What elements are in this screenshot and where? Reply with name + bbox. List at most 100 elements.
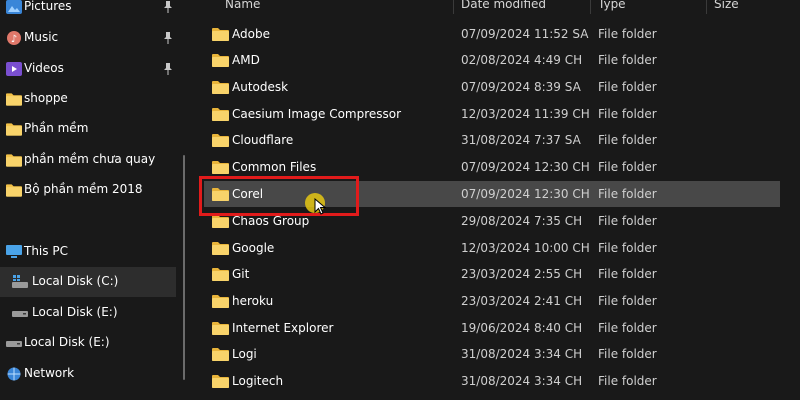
file-type: File folder	[598, 27, 657, 41]
sidebar-item-pictures[interactable]: Pictures	[0, 0, 176, 22]
file-date: 07/09/2024 12:30 CH	[461, 160, 590, 174]
file-name: Logitech	[232, 374, 284, 388]
music-icon: ♪	[7, 31, 21, 45]
file-name: Autodesk	[232, 80, 289, 94]
file-row[interactable]: Logitech 31/08/2024 3:34 CH File folder	[204, 368, 780, 394]
drive-icon	[12, 311, 28, 317]
pin-icon[interactable]	[162, 0, 174, 14]
sidebar-item-local-disk-e[interactable]: Local Disk (E:)	[0, 298, 176, 328]
sidebar-item-label: Local Disk (C:)	[32, 274, 119, 288]
file-date: 23/03/2024 2:55 CH	[461, 267, 583, 281]
file-row[interactable]: heroku 23/03/2024 2:41 CH File folder	[204, 288, 780, 314]
column-header-type[interactable]: Type	[598, 0, 626, 11]
sidebar-item-music[interactable]: ♪ Music	[0, 23, 176, 53]
file-name: Google	[232, 241, 275, 255]
pin-icon[interactable]	[162, 31, 174, 45]
file-date: 07/09/2024 8:39 SA	[461, 80, 581, 94]
sidebar-item-label: Pictures	[24, 0, 72, 13]
sidebar-item-bo-phan-mem-2018[interactable]: Bộ phần mềm 2018	[0, 175, 176, 205]
file-name: AMD	[232, 53, 260, 67]
drive-icon	[6, 341, 22, 347]
sidebar-item-label: Network	[24, 366, 75, 380]
file-date: 31/08/2024 3:34 CH	[461, 374, 583, 388]
file-date: 02/08/2024 4:49 CH	[461, 53, 583, 67]
videos-icon	[6, 62, 22, 76]
file-name: Internet Explorer	[232, 321, 334, 335]
file-type: File folder	[598, 80, 657, 94]
file-name: Adobe	[232, 27, 270, 41]
file-row[interactable]: Cloudflare 31/08/2024 7:37 SA File folde…	[204, 127, 780, 153]
folder-icon	[212, 242, 229, 255]
file-row[interactable]: Caesium Image Compressor 12/03/2024 11:3…	[204, 101, 780, 127]
sidebar-item-label: Videos	[24, 61, 64, 75]
sidebar-item-label: Bộ phần mềm 2018	[24, 182, 143, 196]
folder-icon	[212, 81, 229, 94]
file-name: Caesium Image Compressor	[232, 107, 402, 121]
file-name: Logi	[232, 347, 257, 361]
sidebar-item-local-disk-e-2[interactable]: Local Disk (E:)	[0, 328, 176, 358]
pc-icon	[6, 245, 22, 258]
sidebar-item-shoppe[interactable]: shoppe	[0, 84, 176, 114]
file-type: File folder	[598, 214, 657, 228]
folder-icon	[212, 134, 229, 147]
file-type: File folder	[598, 187, 657, 201]
folder-icon	[212, 375, 229, 388]
file-date: 23/03/2024 2:41 CH	[461, 294, 583, 308]
sidebar-item-label: This PC	[24, 244, 68, 258]
file-row[interactable]: Google 12/03/2024 10:00 CH File folder	[204, 235, 780, 261]
file-type: File folder	[598, 347, 657, 361]
sidebar-item-network[interactable]: Network	[0, 359, 176, 389]
file-type: File folder	[598, 267, 657, 281]
sidebar-item-videos[interactable]: Videos	[0, 54, 176, 84]
column-header-name[interactable]: Name	[225, 0, 260, 11]
file-date: 07/09/2024 11:52 SA	[461, 27, 589, 41]
column-divider[interactable]	[706, 0, 707, 14]
file-row[interactable]: Adobe 07/09/2024 11:52 SA File folder	[204, 21, 780, 47]
file-row[interactable]: Autodesk 07/09/2024 8:39 SA File folder	[204, 74, 780, 100]
file-date: 19/06/2024 8:40 CH	[461, 321, 583, 335]
file-name: heroku	[232, 294, 274, 308]
pictures-icon	[6, 0, 22, 14]
file-date: 31/08/2024 7:37 SA	[461, 133, 581, 147]
folder-icon	[212, 348, 229, 361]
sidebar-item-phan-mem[interactable]: Phần mềm	[0, 114, 176, 144]
folder-icon	[212, 268, 229, 281]
file-type: File folder	[598, 53, 657, 67]
navigation-pane: Pictures ♪ Music Videos shoppe Phần mềm …	[0, 0, 190, 400]
file-type: File folder	[598, 160, 657, 174]
file-name: Git	[232, 267, 250, 281]
sidebar-item-label: shoppe	[24, 91, 68, 105]
file-name: Chaos Group	[232, 214, 310, 228]
folder-icon	[212, 322, 229, 335]
network-icon	[7, 367, 21, 381]
file-date: 29/08/2024 7:35 CH	[461, 214, 583, 228]
folder-icon	[6, 184, 22, 197]
file-type: File folder	[598, 321, 657, 335]
highlight-box	[199, 176, 359, 216]
file-date: 12/03/2024 10:00 CH	[461, 241, 590, 255]
column-header-size[interactable]: Size	[714, 0, 739, 11]
sidebar-item-phan-mem-chua-quay[interactable]: phần mềm chưa quay	[0, 145, 176, 175]
file-row[interactable]: Logi 31/08/2024 3:34 CH File folder	[204, 341, 780, 367]
pin-icon[interactable]	[162, 62, 174, 76]
sidebar-item-this-pc[interactable]: This PC	[0, 237, 176, 267]
file-row[interactable]: Git 23/03/2024 2:55 CH File folder	[204, 261, 780, 287]
file-date: 07/09/2024 12:30 CH	[461, 187, 590, 201]
sidebar-item-local-disk-c[interactable]: Local Disk (C:)	[0, 267, 176, 297]
sidebar-item-label: Phần mềm	[24, 121, 89, 135]
file-name: Cloudflare	[232, 133, 294, 147]
sidebar-scrollbar[interactable]	[183, 155, 185, 380]
file-type: File folder	[598, 133, 657, 147]
mouse-cursor-icon	[314, 198, 327, 215]
column-divider[interactable]	[590, 0, 591, 14]
folder-icon	[212, 28, 229, 41]
sidebar-item-label: Local Disk (E:)	[32, 305, 118, 319]
file-date: 12/03/2024 11:39 CH	[461, 107, 590, 121]
file-row[interactable]: AMD 02/08/2024 4:49 CH File folder	[204, 47, 780, 73]
sidebar-item-label: phần mềm chưa quay	[24, 152, 156, 166]
column-divider[interactable]	[453, 0, 454, 14]
svg-text:♪: ♪	[11, 34, 17, 45]
folder-icon	[6, 93, 22, 106]
file-row[interactable]: Internet Explorer 19/06/2024 8:40 CH Fil…	[204, 315, 780, 341]
column-header-date[interactable]: Date modified	[461, 0, 546, 11]
